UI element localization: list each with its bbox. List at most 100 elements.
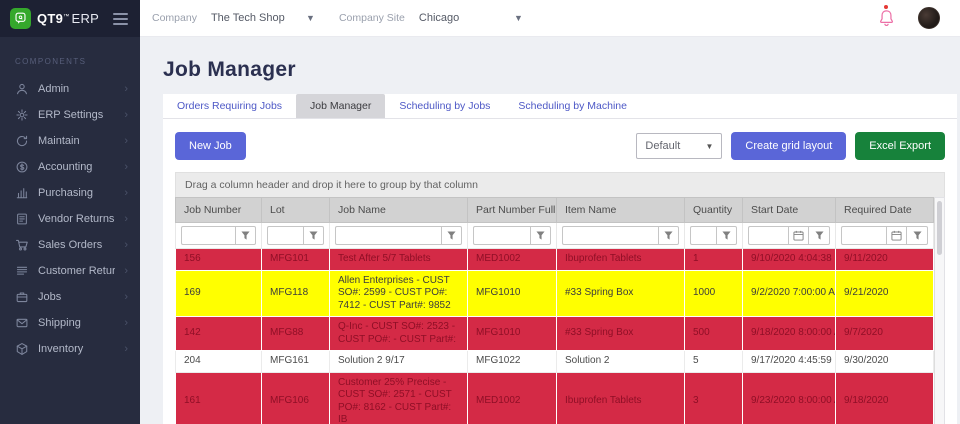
grid-cell-required-date: 9/21/2020 (836, 270, 934, 317)
filter-input-lot[interactable] (267, 226, 303, 245)
grid-cell-quantity: 5 (685, 351, 743, 373)
filter-funnel-icon[interactable] (716, 226, 737, 245)
filter-funnel-icon[interactable] (441, 226, 462, 245)
sidebar-item-label: Jobs (38, 291, 115, 303)
filter-funnel-icon[interactable] (907, 226, 928, 245)
filter-input-quantity[interactable] (690, 226, 716, 245)
grid-cell-lot: MFG88 (262, 317, 330, 351)
company-select-value: The Tech Shop (211, 12, 285, 24)
sidebar-item-label: Vendor Returns (38, 213, 115, 225)
sidebar-item-jobs[interactable]: Jobs› (0, 284, 140, 310)
sidebar-item-label: Customer Returns (38, 265, 115, 277)
column-header-lot[interactable]: Lot (262, 198, 330, 223)
qt9-logo-icon (10, 8, 31, 29)
table-row[interactable]: 142MFG88Q-Inc - CUST SO#: 2523 - CUST PO… (176, 317, 934, 351)
sidebar-item-label: Inventory (38, 343, 115, 355)
excel-export-button[interactable]: Excel Export (855, 132, 945, 160)
grid-cell-job-name: Allen Enterprises - CUST SO#: 2599 - CUS… (330, 270, 468, 317)
column-header-job-name[interactable]: Job Name (330, 198, 468, 223)
company-select[interactable]: The Tech Shop ▼ (209, 8, 317, 28)
notification-badge (884, 5, 888, 9)
grid-cell-start-date: 9/17/2020 4:45:59 PM (743, 351, 836, 373)
column-header-quantity[interactable]: Quantity (685, 198, 743, 223)
filter-cell-quantity (685, 223, 743, 249)
grid-cell-part-number-full: MFG1010 (468, 270, 557, 317)
sidebar-item-sales-orders[interactable]: Sales Orders› (0, 232, 140, 258)
chevron-down-icon: ▼ (514, 13, 523, 23)
sidebar-item-customer-returns[interactable]: Customer Returns› (0, 258, 140, 284)
table-row[interactable]: 161MFG106Customer 25% Precise - CUST SO#… (176, 372, 934, 424)
qt9-logo[interactable]: QT9™ERP (10, 8, 99, 29)
document-list-icon (15, 212, 29, 226)
grid-cell-job-number: 169 (176, 270, 262, 317)
create-grid-layout-button[interactable]: Create grid layout (731, 132, 846, 160)
filter-funnel-icon[interactable] (658, 226, 679, 245)
column-header-job-number[interactable]: Job Number (176, 198, 262, 223)
filter-input-required-date[interactable] (841, 226, 886, 245)
sidebar: QT9™ERP COMPONENTS Admin›ERP Settings›Ma… (0, 0, 140, 424)
table-row[interactable]: 156MFG101Test After 5/7 TabletsMED1002Ib… (176, 249, 934, 271)
refresh-icon (15, 134, 29, 148)
chevron-right-icon: › (124, 214, 128, 225)
filter-cell-start-date (743, 223, 836, 249)
filter-input-part-number-full[interactable] (473, 226, 530, 245)
table-row[interactable]: 204MFG161Solution 2 9/17MFG1022Solution … (176, 351, 934, 373)
grid-cell-start-date: 9/2/2020 7:00:00 AM (743, 270, 836, 317)
column-header-item-name[interactable]: Item Name (557, 198, 685, 223)
grid-vertical-scrollbar[interactable] (934, 197, 945, 424)
filter-funnel-icon[interactable] (530, 226, 551, 245)
column-header-required-date[interactable]: Required Date (836, 198, 934, 223)
filter-funnel-icon[interactable] (303, 226, 324, 245)
sidebar-item-vendor-returns[interactable]: Vendor Returns › (0, 206, 140, 232)
notifications-bell-icon[interactable] (878, 8, 896, 28)
filter-cell-required-date (836, 223, 934, 249)
user-avatar[interactable] (918, 7, 940, 29)
tab-scheduling-by-jobs[interactable]: Scheduling by Jobs (385, 94, 504, 118)
sidebar-item-shipping[interactable]: Shipping› (0, 310, 140, 336)
filter-cell-part-number-full (468, 223, 557, 249)
sidebar-item-admin[interactable]: Admin› (0, 76, 140, 102)
grid-cell-lot: MFG106 (262, 372, 330, 424)
tab-orders-requiring-jobs[interactable]: Orders Requiring Jobs (163, 94, 296, 118)
sidebar-item-purchasing[interactable]: Purchasing› (0, 180, 140, 206)
sidebar-item-maintain[interactable]: Maintain› (0, 128, 140, 154)
company-site-label: Company Site (339, 12, 405, 24)
filter-funnel-icon[interactable] (809, 226, 830, 245)
filter-input-start-date[interactable] (748, 226, 788, 245)
filter-cell-job-number (176, 223, 262, 249)
sidebar-item-accounting[interactable]: Accounting› (0, 154, 140, 180)
filter-input-item-name[interactable] (562, 226, 658, 245)
sidebar-item-erp-settings[interactable]: ERP Settings› (0, 102, 140, 128)
grid-layout-select[interactable]: Default ▼ (636, 133, 722, 159)
chevron-right-icon: › (124, 318, 128, 329)
scrollbar-thumb[interactable] (937, 201, 942, 255)
calendar-icon[interactable] (886, 226, 907, 245)
filter-input-job-number[interactable] (181, 226, 235, 245)
grid-cell-item-name: #33 Spring Box (557, 270, 685, 317)
tab-scheduling-by-machine[interactable]: Scheduling by Machine (504, 94, 641, 118)
cart-icon (15, 238, 29, 252)
filter-funnel-icon[interactable] (235, 226, 256, 245)
grid-cell-job-number: 161 (176, 372, 262, 424)
filter-input-job-name[interactable] (335, 226, 441, 245)
column-header-part-number-full[interactable]: Part Number Full (468, 198, 557, 223)
chevron-right-icon: › (124, 240, 128, 251)
company-site-select[interactable]: Chicago ▼ (417, 8, 525, 28)
topbar-right (878, 7, 944, 29)
calendar-icon[interactable] (788, 226, 809, 245)
filter-cell-lot (262, 223, 330, 249)
table-row[interactable]: 169MFG118Allen Enterprises - CUST SO#: 2… (176, 270, 934, 317)
grid-cell-required-date: 9/7/2020 (836, 317, 934, 351)
hamburger-menu-icon[interactable] (111, 9, 130, 29)
grid-cell-quantity: 1000 (685, 270, 743, 317)
tab-job-manager[interactable]: Job Manager (296, 94, 385, 118)
sidebar-header: QT9™ERP (0, 0, 140, 37)
chevron-right-icon: › (124, 110, 128, 121)
grid-cell-item-name: #33 Spring Box (557, 317, 685, 351)
filter-cell-job-name (330, 223, 468, 249)
sidebar-item-inventory[interactable]: Inventory› (0, 336, 140, 362)
column-header-start-date[interactable]: Start Date (743, 198, 836, 223)
grid-cell-lot: MFG101 (262, 249, 330, 271)
new-job-button[interactable]: New Job (175, 132, 246, 160)
grid-cell-part-number-full: MED1002 (468, 372, 557, 424)
